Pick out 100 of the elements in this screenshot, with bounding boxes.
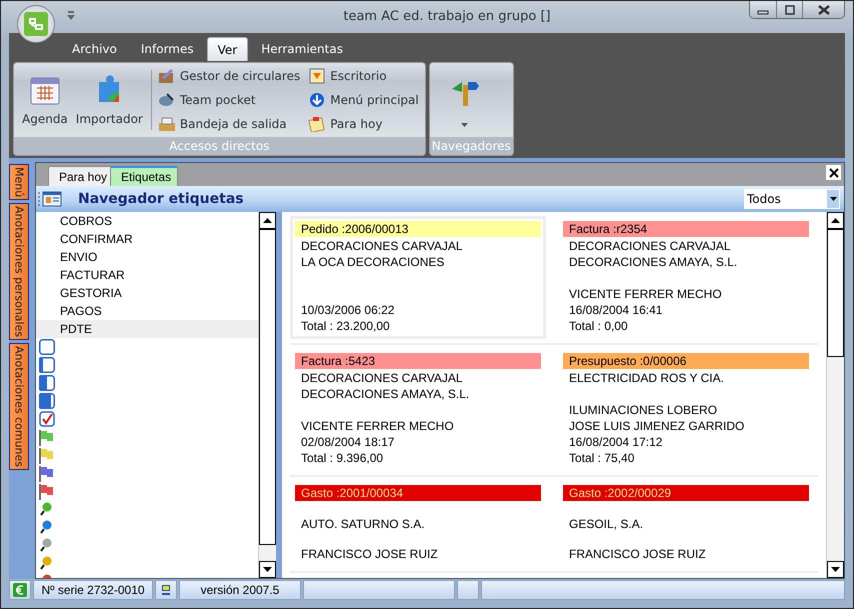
card-line: DECORACIONES CARVAJAL [568,238,732,254]
scroll-up-button[interactable] [827,212,844,229]
document-card[interactable]: Factura :r2354 DECORACIONES CARVAJAL DECORACIONES AMAYA, S.L. VICENTE FERRER MECHO 16/08/2004 16:41 Total : 0,00 [558,216,814,339]
card-line: ELECTRICIDAD ROS Y CIA. [568,370,725,386]
ribbon-button[interactable]: Team pocket [156,88,302,112]
label-item[interactable]: PAGOS [36,302,258,320]
card-line: VICENTE FERRER MECHO [568,286,723,302]
caret-icon [461,123,468,127]
flag-icon[interactable] [39,482,55,500]
progress-icon[interactable] [39,375,55,391]
document-card[interactable]: Gasto :2002/00029 GESOIL, S.A. FRANCISCO JOSE RUIZ [558,480,814,567]
scrollbar[interactable] [258,212,276,578]
up-arrow-icon [263,218,272,223]
maximize-icon [784,4,796,14]
card-line: DECORACIONES CARVAJAL [300,238,464,254]
flag-icon[interactable] [39,464,55,482]
ribbon-tab[interactable]: Ver [206,37,248,61]
ribbon-button[interactable]: Gestor de circulares [156,64,302,88]
app-menu-button[interactable] [17,5,55,43]
ribbon-tab[interactable]: Archivo [61,37,128,61]
label-item[interactable]: PDTE [36,320,258,338]
flag-icon[interactable] [39,446,55,464]
flag-icon[interactable] [39,428,55,446]
ribbon-button[interactable]: Para hoy [306,112,421,136]
side-tab[interactable]: Anotaciones comunes [9,343,29,470]
pushpin-icon[interactable] [39,502,53,516]
monitor-icon [161,585,171,595]
pushpin-icon[interactable] [39,520,53,534]
label-item[interactable]: COBROS [36,212,258,230]
status-panel [457,580,479,600]
card-line: AUTO. SATURNO S.A. [300,517,426,532]
pushpin-icon[interactable] [39,538,53,552]
group-title: Accesos directos [14,137,425,155]
serial-number: Nº serie 2732-0010 [33,580,153,600]
card-line: 02/08/2004 18:17 [300,434,396,450]
down-arrow-icon [831,567,840,572]
window-title: team AC ed. trabajo en grupo [] [342,8,552,24]
card-line: DECORACIONES AMAYA, S.L. [568,254,738,270]
progress-icon[interactable] [39,357,55,373]
empty-box-icon[interactable] [39,339,55,355]
document-card[interactable]: Pedido :2006/00013 DECORACIONES CARVAJAL LA OCA DECORACIONES 10/03/2006 06:22 Total : 23.200,00 [290,216,546,339]
document-tab[interactable]: Etiquetas [110,166,178,186]
label-item[interactable]: GESTORIA [36,284,258,302]
card-line: Total : 23.200,00 [300,318,391,334]
card-line: GESOIL, S.A. [568,517,644,532]
ribbon-tab[interactable]: Informes [130,37,205,61]
document-card[interactable]: Gasto :2001/00034 AUTO. SATURNO S.A. FRANCISCO JOSE RUIZ [290,480,546,567]
document-card[interactable]: Presupuesto :0/00006 ELECTRICIDAD ROS Y CIA. ILUMINACIONES LOBERO JOSE LUIS JIMENEZ GARRIDO 16/08/2004 17:12 Total : 75,40 [558,348,814,471]
group-title: Navegadores [430,137,513,155]
close-button[interactable] [802,1,844,18]
side-tab[interactable]: Menú [9,164,29,200]
scroll-thumb[interactable] [259,229,276,545]
card-line: Total : 9.396,00 [300,450,384,466]
label-item[interactable]: CONFIRMAR [36,230,258,248]
document-card[interactable]: Factura :5423 DECORACIONES CARVAJAL DECORACIONES AMAYA, S.L. VICENTE FERRER MECHO 02/08/2004 18:17 Total : 9.396,00 [290,348,546,471]
maximize-button[interactable] [776,1,802,18]
ribbon-tab[interactable]: Herramientas [250,37,354,61]
progress-icon[interactable] [39,393,55,409]
ribbon-button[interactable]: Bandeja de salida [156,112,302,136]
pushpin-icon[interactable] [39,556,53,570]
card-header: Gasto :2002/00029 [563,485,809,501]
card-line: 16/08/2004 17:12 [568,434,664,450]
euro-icon [13,583,27,597]
scrollbar[interactable] [826,212,844,578]
card-header: Factura :r2354 [563,221,809,237]
quick-access-dropdown-icon[interactable] [67,11,75,21]
card-line: Total : 0,00 [568,318,629,334]
navigator-title: Navegador etiquetas [78,191,245,207]
minimize-button[interactable] [750,1,776,18]
card-header: Pedido :2006/00013 [295,221,541,237]
card-header: Factura :5423 [295,353,541,369]
ribbon-button[interactable]: Importador [72,70,147,130]
card-line: FRANCISCO JOSE RUIZ [568,547,707,562]
card-line: Total : 75,40 [568,450,636,466]
ribbon-button[interactable]: Menú principal [306,88,421,112]
side-tab[interactable]: Anotaciones personales [9,203,29,340]
card-line: DECORACIONES CARVAJAL [300,370,464,386]
scroll-down-button[interactable] [259,561,276,578]
caret-icon [830,197,836,201]
scroll-up-button[interactable] [259,212,276,229]
ribbon-button[interactable]: Escritorio [306,64,421,88]
card-line: 16/08/2004 16:41 [568,302,664,318]
filter-dropdown[interactable]: Todos [744,189,840,209]
close-icon [816,4,830,14]
satellite-dish-icon [158,92,176,108]
close-button[interactable] [826,165,841,180]
version-label: versión 2007.5 [179,580,301,600]
label-item[interactable]: ENVIO [36,248,258,266]
scroll-down-button[interactable] [827,561,844,578]
checkmark-icon[interactable] [39,411,55,427]
card-line: LA OCA DECORACIONES [300,254,446,270]
ribbon-button[interactable]: Agenda [18,70,72,130]
card-header: Presupuesto :0/00006 [563,353,809,369]
label-item[interactable]: FACTURAR [36,266,258,284]
note-icon [308,116,326,132]
card-line: FRANCISCO JOSE RUIZ [300,547,439,562]
envelope-pen-icon [158,68,176,84]
scroll-thumb[interactable] [827,229,844,357]
card-line: ILUMINACIONES LOBERO [568,402,718,418]
up-arrow-icon [831,218,840,223]
